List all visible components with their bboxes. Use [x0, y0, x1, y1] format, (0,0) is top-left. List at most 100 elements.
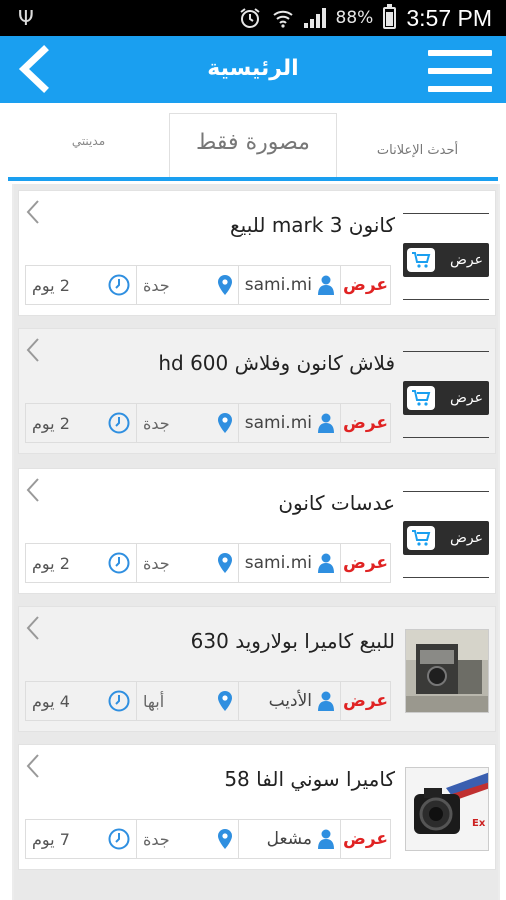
- battery-percent: 88%: [335, 8, 374, 28]
- age-text: 7 يوم: [32, 829, 70, 849]
- listings-list[interactable]: كانون mark 3 للبيع عرض عرض sami.mi جدة 2…: [12, 184, 500, 900]
- listing-city: أبها: [136, 682, 238, 720]
- user-name: sami.mi: [244, 553, 312, 573]
- listing-card[interactable]: فلاش كانون وفلاش 600 hd عرض عرض sami.mi …: [18, 328, 496, 454]
- listing-user: الأديب: [238, 682, 340, 720]
- listing-title: فلاش كانون وفلاش 600 hd: [158, 351, 395, 375]
- location-pin-icon: [218, 413, 232, 433]
- shopping-cart-icon: [407, 526, 435, 550]
- location-pin-icon: [218, 691, 232, 711]
- clock-icon: [108, 690, 130, 712]
- clock-icon: [108, 274, 130, 296]
- listing-card[interactable]: عدسات كانون عرض عرض sami.mi جدة 2 يوم: [18, 468, 496, 594]
- listing-type: عرض: [340, 682, 390, 720]
- listing-card[interactable]: كاميرا سوني الفا 58 Ex عرض مشعل جدة 7 يو…: [18, 744, 496, 870]
- usb-icon: Ψ: [18, 6, 34, 30]
- person-icon: [318, 691, 334, 711]
- listing-user: مشعل: [238, 820, 340, 858]
- city-name: جدة: [143, 413, 170, 433]
- chevron-left-icon: [26, 338, 39, 362]
- listing-type: عرض: [340, 266, 390, 304]
- user-name: الأديب: [268, 691, 312, 711]
- tab-bar: مدينتي مصورة فقط أحدث الإعلانات: [8, 113, 498, 181]
- city-name: جدة: [143, 829, 170, 849]
- clock-icon: [108, 552, 130, 574]
- listing-thumbnail: عرض: [403, 351, 489, 441]
- polaroid-camera-photo: [406, 630, 488, 712]
- sony-camera-photo: Ex: [406, 768, 488, 850]
- location-pin-icon: [218, 553, 232, 573]
- listing-meta: عرض مشعل جدة 7 يوم: [25, 819, 391, 859]
- listing-card[interactable]: للبيع كاميرا بولارويد 630 عرض الأديب أبه…: [18, 606, 496, 732]
- app-bar: الرئيسية: [0, 36, 506, 103]
- shopping-cart-icon: [407, 248, 435, 272]
- offer-badge: عرض: [403, 243, 489, 277]
- wifi-icon: [272, 10, 293, 28]
- listing-photo: [405, 629, 489, 713]
- svg-text:Ex: Ex: [472, 818, 486, 829]
- listing-type: عرض: [340, 404, 390, 442]
- listing-title: عدسات كانون: [278, 491, 395, 515]
- tab-label: مدينتي: [71, 134, 106, 148]
- city-name: جدة: [143, 275, 170, 295]
- listing-age: 2 يوم: [26, 266, 136, 304]
- listing-city: جدة: [136, 404, 238, 442]
- listing-type: عرض: [340, 544, 390, 582]
- person-icon: [318, 275, 334, 295]
- listing-meta: عرض sami.mi جدة 2 يوم: [25, 265, 391, 305]
- listing-title: للبيع كاميرا بولارويد 630: [190, 629, 395, 653]
- tab-latest-ads[interactable]: أحدث الإعلانات: [337, 113, 498, 181]
- battery-icon: [383, 4, 397, 29]
- listing-meta: عرض sami.mi جدة 2 يوم: [25, 543, 391, 583]
- hamburger-menu-icon[interactable]: [428, 48, 492, 94]
- listing-city: جدة: [136, 820, 238, 858]
- city-name: جدة: [143, 553, 170, 573]
- offer-badge: عرض: [403, 381, 489, 415]
- listing-age: 7 يوم: [26, 820, 136, 858]
- offer-badge: عرض: [403, 521, 489, 555]
- listing-city: جدة: [136, 266, 238, 304]
- signal-icon: [303, 8, 326, 28]
- age-text: 4 يوم: [32, 691, 70, 711]
- clock-icon: [108, 828, 130, 850]
- user-name: sami.mi: [244, 275, 312, 295]
- chevron-left-icon: [26, 478, 39, 502]
- age-text: 2 يوم: [32, 275, 70, 295]
- shopping-cart-icon: [407, 386, 435, 410]
- listing-city: جدة: [136, 544, 238, 582]
- listing-meta: عرض الأديب أبها 4 يوم: [25, 681, 391, 721]
- tab-my-city[interactable]: مدينتي: [8, 113, 169, 181]
- listing-title: كانون mark 3 للبيع: [230, 213, 395, 237]
- offer-badge-label: عرض: [449, 530, 483, 546]
- offer-badge-label: عرض: [449, 390, 483, 406]
- chevron-left-icon: [26, 200, 39, 224]
- listing-age: 2 يوم: [26, 404, 136, 442]
- city-name: أبها: [143, 691, 165, 711]
- listing-type: عرض: [340, 820, 390, 858]
- age-text: 2 يوم: [32, 413, 70, 433]
- age-text: 2 يوم: [32, 553, 70, 573]
- listing-thumbnail: عرض: [403, 213, 489, 303]
- listing-user: sami.mi: [238, 544, 340, 582]
- listing-thumbnail: عرض: [403, 491, 489, 581]
- chevron-left-icon: [26, 754, 39, 778]
- tab-label: أحدث الإعلانات: [376, 142, 459, 158]
- clock-time: 3:57 PM: [406, 4, 492, 31]
- status-bar: Ψ 88% 3:57 PM: [0, 0, 506, 36]
- clock-icon: [108, 412, 130, 434]
- tab-photos-only[interactable]: مصورة فقط: [168, 113, 338, 181]
- listing-meta: عرض sami.mi جدة 2 يوم: [25, 403, 391, 443]
- listing-age: 2 يوم: [26, 544, 136, 582]
- offer-badge-label: عرض: [449, 252, 483, 268]
- listing-card[interactable]: كانون mark 3 للبيع عرض عرض sami.mi جدة 2…: [18, 190, 496, 316]
- person-icon: [318, 553, 334, 573]
- location-pin-icon: [218, 829, 232, 849]
- tab-divider: [8, 177, 498, 181]
- listing-photo: Ex: [405, 767, 489, 851]
- user-name: sami.mi: [244, 413, 312, 433]
- listing-title: كاميرا سوني الفا 58: [224, 767, 395, 791]
- listing-user: sami.mi: [238, 404, 340, 442]
- person-icon: [318, 413, 334, 433]
- tab-label: مصورة فقط: [196, 130, 310, 155]
- alarm-icon: [239, 8, 260, 28]
